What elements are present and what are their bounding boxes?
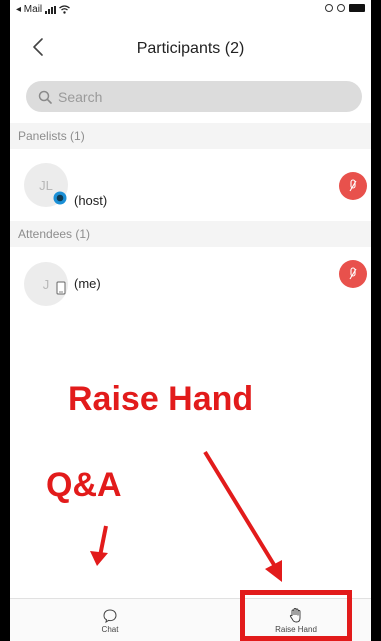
signal-icon — [45, 5, 57, 14]
phone-frame: ◂ Mail Participants (2) Search Panelists… — [0, 0, 381, 641]
participant-label: (host) — [74, 193, 108, 208]
alarm-icon — [337, 4, 345, 12]
microphone-muted-icon — [349, 179, 357, 192]
search-input[interactable]: Search — [26, 81, 362, 112]
avatar-initials: JL — [39, 177, 53, 193]
avatar-initials: J — [42, 276, 50, 292]
status-left: ◂ Mail — [16, 4, 71, 15]
qa-annotation: Q&A — [46, 466, 122, 504]
phone-device-icon — [56, 281, 66, 295]
host-status-icon — [53, 191, 67, 205]
section-header-panelists: Panelists (1) — [10, 123, 371, 149]
status-right — [325, 4, 365, 12]
raise-hand-annotation: Raise Hand — [68, 380, 254, 418]
chat-bubble-icon — [103, 608, 117, 623]
participant-row-me[interactable]: J (me) — [10, 248, 371, 312]
section-header-attendees: Attendees (1) — [10, 221, 371, 247]
status-bar: ◂ Mail — [10, 0, 371, 22]
microphone-muted-icon — [349, 267, 357, 280]
wifi-icon — [59, 5, 71, 14]
participant-label: (me) — [74, 276, 101, 291]
chat-tab-label: Chat — [101, 624, 119, 634]
orientation-lock-icon — [325, 4, 333, 12]
raise-hand-highlight-box — [240, 590, 352, 641]
mute-button[interactable] — [339, 172, 367, 200]
back-to-app-link[interactable]: ◂ Mail — [16, 4, 42, 15]
page-title: Participants (2) — [136, 40, 245, 57]
chat-tab[interactable]: Chat — [80, 599, 140, 641]
nav-bar: Participants (2) — [10, 26, 371, 70]
raise-hand-arrowhead — [265, 560, 282, 582]
mute-button[interactable] — [339, 260, 367, 288]
qa-arrow — [98, 525, 108, 557]
qa-arrowhead — [90, 551, 108, 566]
battery-icon — [349, 4, 365, 12]
participant-row-host[interactable]: JL (host) — [10, 152, 371, 216]
app-screen: ◂ Mail Participants (2) Search Panelists… — [10, 0, 371, 641]
search-placeholder: Search — [58, 88, 103, 105]
raise-hand-arrow — [203, 450, 278, 570]
search-icon — [38, 90, 52, 104]
